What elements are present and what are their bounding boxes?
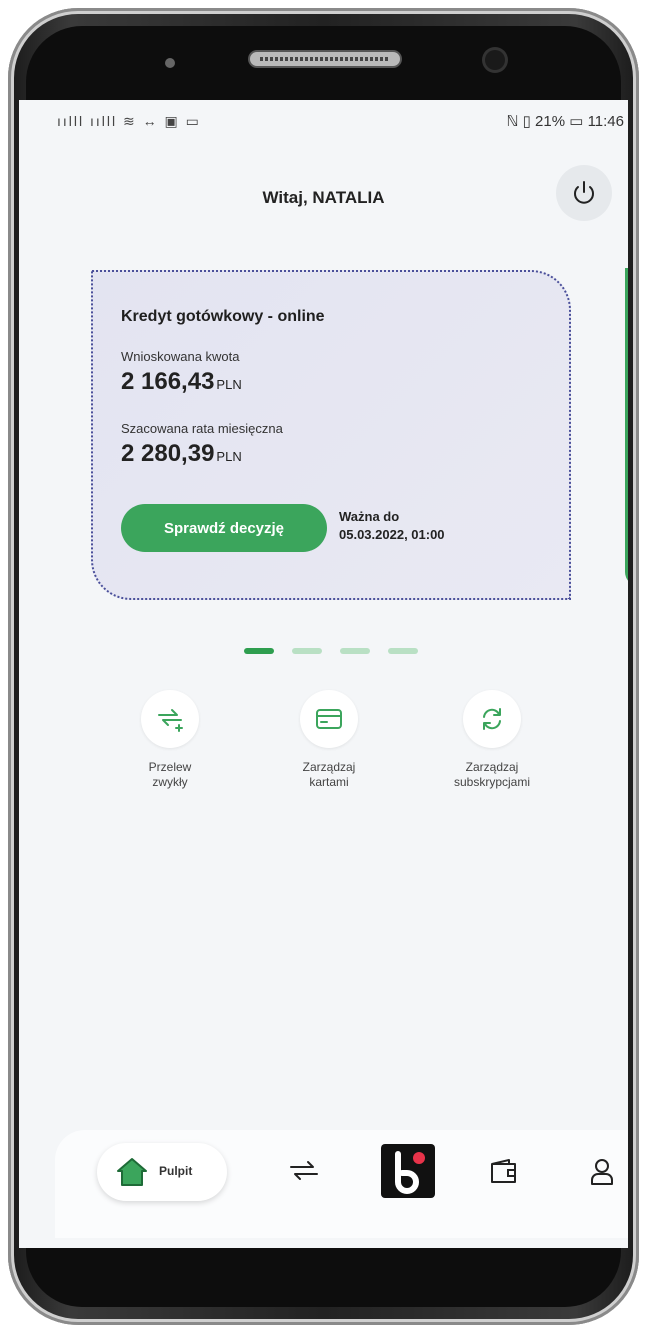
blik-icon <box>395 1151 425 1194</box>
earpiece-speaker <box>250 52 400 66</box>
label-line-1: Przelew <box>148 760 192 774</box>
card-icon <box>316 709 342 729</box>
label-line-1: Zarządzaj <box>465 760 519 774</box>
validity-date: 05.03.2022, 01:00 <box>339 527 445 542</box>
installment-currency: PLN <box>216 449 242 464</box>
pager-dot-3[interactable] <box>340 648 370 654</box>
quick-action-transfer-label: Przelew zwykły <box>100 760 240 790</box>
nav-transfers[interactable] <box>287 1158 321 1189</box>
requested-amount: 2 166,43 PLN <box>121 368 242 396</box>
installment-value: 2 280,39 <box>121 440 215 467</box>
label-line-1: Zarządzaj <box>302 760 356 774</box>
check-decision-button[interactable]: Sprawdź decyzję <box>121 504 327 552</box>
validity-label: Ważna do <box>339 509 400 524</box>
power-icon <box>574 181 594 204</box>
requested-amount-value: 2 166,43 <box>121 368 215 395</box>
status-right-info: ℕ ▯ 21% ▭ 11:46 <box>506 113 624 130</box>
nav-profile[interactable] <box>589 1158 615 1191</box>
quick-action-cards-circle[interactable] <box>300 690 358 748</box>
nav-home[interactable]: Pulpit <box>97 1143 227 1201</box>
label-line-2: zwykły <box>152 775 188 789</box>
label-line-2: kartami <box>309 775 349 789</box>
pager-dot-2[interactable] <box>292 648 322 654</box>
quick-action-subscriptions-label: Zarządzaj subskrypcjami <box>422 760 562 790</box>
profile-icon <box>591 1159 613 1185</box>
label-line-2: subskrypcjami <box>453 775 531 789</box>
quick-action-transfer[interactable]: Przelew zwykły <box>100 690 240 790</box>
home-icon <box>117 1158 147 1186</box>
logout-button[interactable] <box>556 165 612 221</box>
installment-amount: 2 280,39 PLN <box>121 440 242 468</box>
loan-offer-card[interactable]: Kredyt gotówkowy - online Wnioskowana kw… <box>91 270 571 600</box>
greeting-title: Witaj, NATALIA <box>262 188 385 207</box>
status-bar: ıılll ıılll ≋ ↔ ▣ ▭ ℕ ▯ 21% ▭ 11:46 <box>19 100 628 140</box>
next-card-peek[interactable] <box>625 268 628 586</box>
status-left-icons: ıılll ıılll ≋ ↔ ▣ ▭ <box>57 113 201 129</box>
quick-action-cards-label: Zarządzaj kartami <box>259 760 399 790</box>
quick-action-transfer-circle[interactable] <box>141 690 199 748</box>
nav-home-label: Pulpit <box>159 1164 193 1178</box>
validity-info: Ważna do 05.03.2022, 01:00 <box>339 508 445 544</box>
offer-title: Kredyt gotówkowy - online <box>121 308 325 325</box>
camera-dot <box>485 50 505 70</box>
quick-action-subscriptions[interactable]: Zarządzaj subskrypcjami <box>422 690 562 790</box>
nav-wallet[interactable] <box>489 1158 519 1189</box>
requested-amount-currency: PLN <box>216 377 242 392</box>
transfer-icon <box>290 1161 318 1180</box>
app-screen: ıılll ıılll ≋ ↔ ▣ ▭ ℕ ▯ 21% ▭ 11:46 Wita… <box>19 100 628 1248</box>
pager-dot-4[interactable] <box>388 648 418 654</box>
wallet-icon <box>491 1159 516 1183</box>
requested-amount-label: Wnioskowana kwota <box>121 349 240 364</box>
proximity-sensor <box>165 58 175 68</box>
quick-action-subscriptions-circle[interactable] <box>463 690 521 748</box>
pager-dot-1[interactable] <box>244 648 274 654</box>
nav-blik[interactable] <box>381 1144 435 1198</box>
refresh-icon <box>483 708 501 730</box>
quick-action-cards[interactable]: Zarządzaj kartami <box>259 690 399 790</box>
installment-label: Szacowana rata miesięczna <box>121 421 283 436</box>
transfer-icon <box>158 709 183 732</box>
